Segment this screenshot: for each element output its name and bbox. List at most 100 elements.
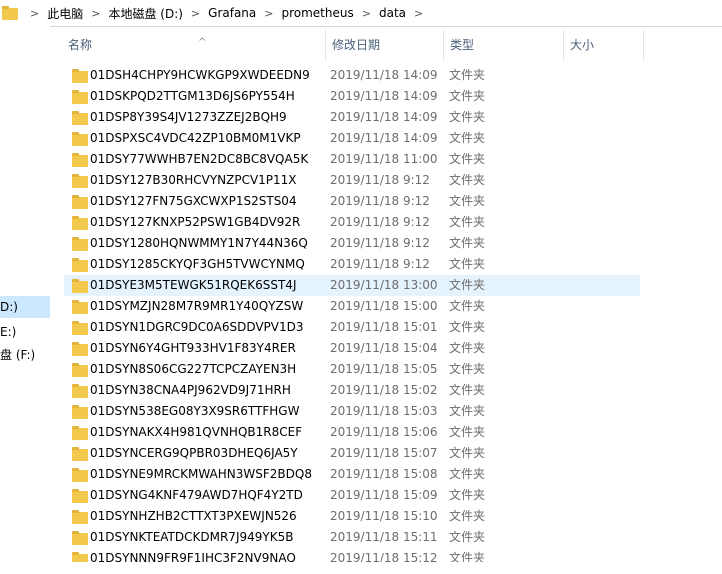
file-type: 文件夹 (449, 299, 486, 313)
file-name: 01DSYN1DGRC9DC0A6SDDVPV1D3 (90, 320, 304, 334)
list-item[interactable]: 01DSP8Y39S4JV1273ZZEJ2BQH9 2019/11/18 14:… (64, 107, 640, 128)
list-item[interactable]: 01DSYN8S06CG227TCPCZAYEN3H 2019/11/18 15:… (64, 359, 640, 380)
folder-icon (72, 174, 88, 188)
list-item[interactable]: 01DSPXSC4VDC42ZP10BM0M1VKP 2019/11/18 14:… (64, 128, 640, 149)
folder-icon (72, 258, 88, 272)
breadcrumb: > 此电脑 > 本地磁盘 (D:) > Grafana > prometheus… (0, 0, 431, 26)
column-size-label: 大小 (570, 38, 595, 52)
folder-icon (72, 405, 88, 419)
file-type: 文件夹 (449, 236, 486, 250)
file-date: 2019/11/18 15:09 (330, 488, 438, 502)
file-name: 01DSY127B30RHCVYNZPCV1P11X (90, 173, 297, 187)
file-type: 文件夹 (449, 194, 486, 208)
chevron-right-icon[interactable]: > (256, 7, 281, 20)
file-type: 文件夹 (449, 509, 486, 523)
folder-icon (72, 216, 88, 230)
file-name: 01DSYN6Y4GHT933HV1F83Y4RER (90, 341, 296, 355)
file-name: 01DSY127FN75GXCWXP1S2STS04 (90, 194, 297, 208)
chevron-right-icon[interactable]: > (354, 7, 379, 20)
breadcrumb-this-pc[interactable]: 此电脑 (47, 5, 83, 22)
chevron-right-icon[interactable]: > (22, 7, 47, 20)
list-item[interactable]: 01DSH4CHPY9HCWKGP9XWDEEDN9 2019/11/18 14:… (64, 65, 640, 86)
file-type: 文件夹 (449, 131, 486, 145)
list-item[interactable]: 01DSYNNN9FR9F1JHC3F2NV9NAQ 2019/11/18 15:… (64, 548, 640, 562)
file-type: 文件夹 (449, 110, 486, 124)
list-item[interactable]: 01DSYN38CNA4PJ962VD9J71HRH 2019/11/18 15:… (64, 380, 640, 401)
list-item[interactable]: 01DSKPQD2TTGM13D6JS6PY554H 2019/11/18 14:… (64, 86, 640, 107)
file-date: 2019/11/18 14:09 (330, 89, 438, 103)
file-date: 2019/11/18 15:07 (330, 446, 438, 460)
file-name: 01DSPXSC4VDC42ZP10BM0M1VKP (90, 131, 301, 145)
column-type[interactable]: 类型 (444, 30, 564, 60)
file-date: 2019/11/18 15:03 (330, 404, 438, 418)
file-type: 文件夹 (449, 341, 486, 355)
list-item[interactable]: 01DSYNCERG9QPBR03DHEQ6JA5Y 2019/11/18 15:… (64, 443, 640, 464)
file-type: 文件夹 (449, 551, 486, 562)
list-item[interactable]: 01DSYNKTEATDCKDMR7J949YK5B 2019/11/18 15:… (64, 527, 640, 548)
file-type: 文件夹 (449, 320, 486, 334)
list-item[interactable]: 01DSY1285CKYQF3GH5TVWCYNMQ 2019/11/18 9:1… (64, 254, 640, 275)
nav-item-drive-f[interactable]: 盘 (F:) (0, 344, 35, 366)
address-bar[interactable]: > 此电脑 > 本地磁盘 (D:) > Grafana > prometheus… (0, 0, 722, 27)
file-type: 文件夹 (449, 89, 486, 103)
folder-icon (72, 384, 88, 398)
file-date: 2019/11/18 9:12 (330, 194, 430, 208)
folder-icon (72, 111, 88, 125)
file-date: 2019/11/18 15:12 (330, 551, 438, 562)
file-date: 2019/11/18 9:12 (330, 236, 430, 250)
file-name: 01DSYE3M5TEWGK51RQEK6SST4J (90, 278, 297, 292)
breadcrumb-drive-d[interactable]: 本地磁盘 (D:) (108, 5, 182, 22)
column-size[interactable]: 大小 (564, 30, 644, 60)
list-item[interactable]: 01DSYN538EG08Y3X9SR6TTFHGW 2019/11/18 15:… (64, 401, 640, 422)
folder-icon (72, 279, 88, 293)
list-item[interactable]: 01DSYNAKX4H981QVNHQB1R8CEF 2019/11/18 15:… (64, 422, 640, 443)
folder-icon (72, 90, 88, 104)
list-item[interactable]: 01DSY77WWHB7EN2DC8BC8VQA5K 2019/11/18 11:… (64, 149, 640, 170)
list-item[interactable]: 01DSYN6Y4GHT933HV1F83Y4RER 2019/11/18 15:… (64, 338, 640, 359)
file-date: 2019/11/18 15:11 (330, 530, 438, 544)
file-type: 文件夹 (449, 257, 486, 271)
list-item[interactable]: 01DSY1280HQNWMMY1N7Y44N36Q 2019/11/18 9:1… (64, 233, 640, 254)
file-type: 文件夹 (449, 404, 486, 418)
nav-item-drive-d[interactable]: D:) (0, 296, 50, 318)
chevron-right-icon[interactable]: > (406, 7, 431, 20)
breadcrumb-grafana[interactable]: Grafana (208, 6, 256, 20)
folder-icon (72, 69, 88, 83)
file-name: 01DSH4CHPY9HCWKGP9XWDEEDN9 (90, 68, 310, 82)
file-date: 2019/11/18 15:08 (330, 467, 438, 481)
folder-icon (72, 552, 88, 562)
file-date: 2019/11/18 14:09 (330, 131, 438, 145)
breadcrumb-data[interactable]: data (379, 6, 406, 20)
folder-icon (72, 237, 88, 251)
file-date: 2019/11/18 9:12 (330, 215, 430, 229)
list-item[interactable]: 01DSY127B30RHCVYNZPCV1P11X 2019/11/18 9:1… (64, 170, 640, 191)
file-date: 2019/11/18 9:12 (330, 173, 430, 187)
file-date: 2019/11/18 15:04 (330, 341, 438, 355)
list-item[interactable]: 01DSYMZJN28M7R9MR1Y40QYZSW 2019/11/18 15:… (64, 296, 640, 317)
file-type: 文件夹 (449, 68, 486, 82)
nav-item-drive-e[interactable]: E:) (0, 321, 16, 343)
list-item[interactable]: 01DSYNE9MRCKMWAHN3WSF2BDQ8 2019/11/18 15:… (64, 464, 640, 485)
breadcrumb-prometheus[interactable]: prometheus (281, 6, 353, 20)
file-name: 01DSKPQD2TTGM13D6JS6PY554H (90, 89, 295, 103)
column-name[interactable]: 名称 ^ (62, 30, 326, 60)
list-item[interactable]: 01DSYN1DGRC9DC0A6SDDVPV1D3 2019/11/18 15:… (64, 317, 640, 338)
file-date: 2019/11/18 15:05 (330, 362, 438, 376)
list-item[interactable]: 01DSYNHZHB2CTTXT3PXEWJN526 2019/11/18 15:… (64, 506, 640, 527)
list-item[interactable]: 01DSY127FN75GXCWXP1S2STS04 2019/11/18 9:1… (64, 191, 640, 212)
folder-icon (2, 6, 20, 20)
folder-icon (72, 510, 88, 524)
chevron-right-icon[interactable]: > (83, 7, 108, 20)
file-type: 文件夹 (449, 446, 486, 460)
file-name: 01DSYNNN9FR9F1JHC3F2NV9NAQ (90, 551, 296, 562)
file-type: 文件夹 (449, 467, 486, 481)
file-date: 2019/11/18 9:12 (330, 257, 430, 271)
chevron-right-icon[interactable]: > (183, 7, 208, 20)
navigation-pane: D:) E:) 盘 (F:) (0, 26, 50, 562)
file-name: 01DSP8Y39S4JV1273ZZEJ2BQH9 (90, 110, 287, 124)
list-item[interactable]: 01DSYE3M5TEWGK51RQEK6SST4J 2019/11/18 13:… (64, 275, 640, 296)
list-item[interactable]: 01DSYNG4KNF479AWD7HQF4Y2TD 2019/11/18 15:… (64, 485, 640, 506)
folder-icon (72, 132, 88, 146)
column-modified[interactable]: 修改日期 (326, 30, 444, 60)
list-item[interactable]: 01DSY127KNXP52PSW1GB4DV92R 2019/11/18 9:1… (64, 212, 640, 233)
